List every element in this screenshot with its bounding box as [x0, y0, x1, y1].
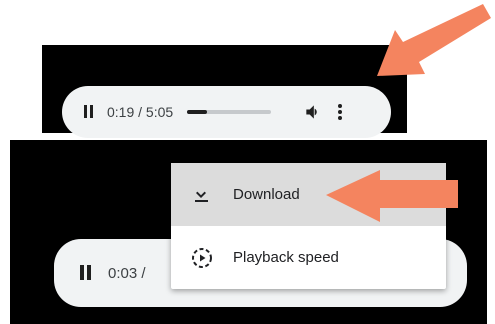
progress-fill: [187, 110, 208, 114]
playback-speed-icon: [192, 247, 212, 268]
time-display: 0:03 /: [108, 264, 146, 282]
menu-item-label: Download: [233, 186, 300, 203]
annotation-arrow-top: [377, 4, 491, 76]
arrow-shape: [326, 170, 458, 222]
volume-icon[interactable]: [303, 102, 323, 122]
menu-item-playback-speed[interactable]: Playback speed: [171, 226, 446, 289]
more-vert-icon[interactable]: [335, 102, 345, 122]
time-display: 0:19 / 5:05: [107, 104, 174, 120]
menu-item-label: Playback speed: [233, 249, 339, 266]
arrow-shape: [377, 4, 491, 76]
download-icon: [195, 185, 208, 202]
annotation-arrow-menu: [326, 170, 458, 222]
audio-player-top: 0:19 / 5:05: [62, 86, 391, 138]
pause-icon[interactable]: [82, 103, 96, 121]
pause-icon[interactable]: [78, 262, 94, 284]
progress-bar[interactable]: [187, 110, 272, 114]
